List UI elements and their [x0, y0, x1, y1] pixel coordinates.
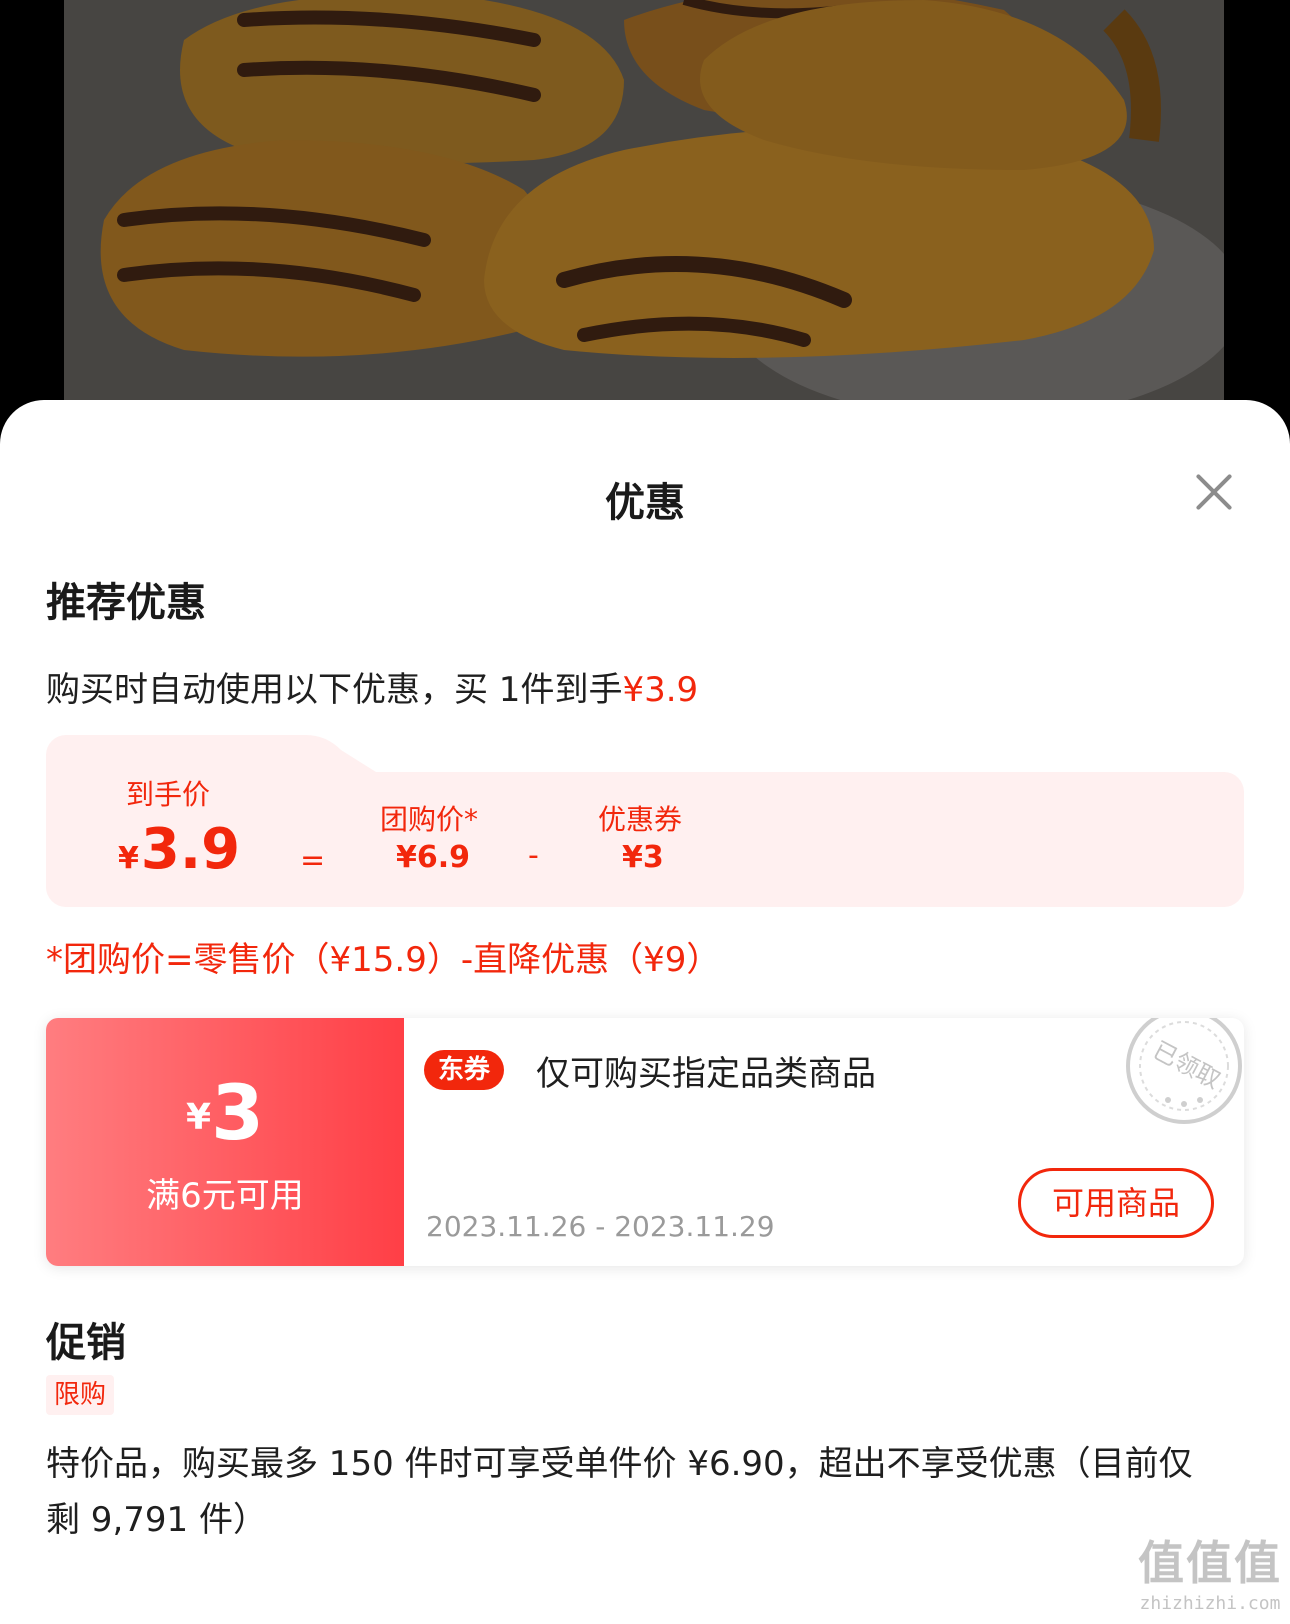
final-price-yen: ¥ — [118, 841, 139, 876]
coupon-value-panel: ¥3 满6元可用 — [46, 1018, 404, 1266]
promotion-text: 特价品，购买最多 150 件时可享受单件价 ¥6.90，超出不享受优惠（目前仅剩… — [46, 1444, 1193, 1540]
coupon-card: ¥3 满6元可用 东券 仅可购买指定品类商品 2023.11.26 - 2023… — [46, 1018, 1244, 1266]
coupon-type-badge: 东券 — [424, 1050, 505, 1090]
available-products-button[interactable]: 可用商品 — [1018, 1168, 1214, 1238]
coupon-yen: ¥ — [186, 1097, 212, 1138]
intro-text: 购买时自动使用以下优惠，买 1件到手 — [46, 670, 623, 710]
coupon-label: 优惠券 — [598, 803, 683, 836]
watermark-url: zhizhizhi.com — [1139, 1593, 1281, 1614]
minus-sign: - — [528, 838, 539, 873]
coupon-date-range: 2023.11.26 - 2023.11.29 — [426, 1210, 775, 1243]
group-price-formula: *团购价=零售价（¥15.9）-直降优惠（¥9） — [46, 940, 721, 980]
claimed-stamp-text: 已领取 — [1148, 1036, 1225, 1095]
sheet-title: 优惠 — [605, 480, 685, 526]
final-price: ¥3.9 — [118, 817, 240, 882]
claimed-stamp-icon: 已领取 — [1126, 1018, 1242, 1124]
intro-price: ¥3.9 — [622, 670, 699, 710]
close-icon[interactable] — [1194, 472, 1234, 512]
coupon-amount-value: 3 — [211, 1068, 264, 1157]
coupon-description: 仅可购买指定品类商品 — [536, 1054, 876, 1094]
limit-purchase-tag: 限购 — [46, 1375, 115, 1415]
promotion-title: 促销 — [46, 1320, 126, 1366]
final-price-value: 3.9 — [140, 817, 241, 882]
group-price-value: ¥6.9 — [396, 840, 471, 875]
watermark-logo: 值值值 — [1138, 1536, 1282, 1590]
bread-illustration — [64, 0, 1224, 400]
coupon-value: ¥3 — [622, 840, 664, 875]
recommended-title: 推荐优惠 — [46, 580, 206, 626]
price-breakdown-card: 到手价 ¥3.9 = 团购价* ¥6.9 - 优惠券 ¥3 — [46, 735, 1244, 907]
recommended-intro: 购买时自动使用以下优惠，买 1件到手¥3.9 — [46, 662, 698, 711]
backdrop — [0, 0, 1290, 400]
site-watermark: 值值值 zhizhizhi.com — [1138, 1527, 1282, 1614]
product-image — [64, 0, 1224, 400]
discount-sheet: 优惠 推荐优惠 购买时自动使用以下优惠，买 1件到手¥3.9 到手价 ¥3.9 … — [0, 400, 1290, 1624]
coupon-amount: ¥3 — [46, 1068, 404, 1157]
coupon-condition: 满6元可用 — [146, 1176, 304, 1216]
final-price-label: 到手价 — [126, 778, 211, 811]
equals-sign: = — [300, 843, 326, 878]
group-price-label: 团购价* — [380, 803, 479, 836]
